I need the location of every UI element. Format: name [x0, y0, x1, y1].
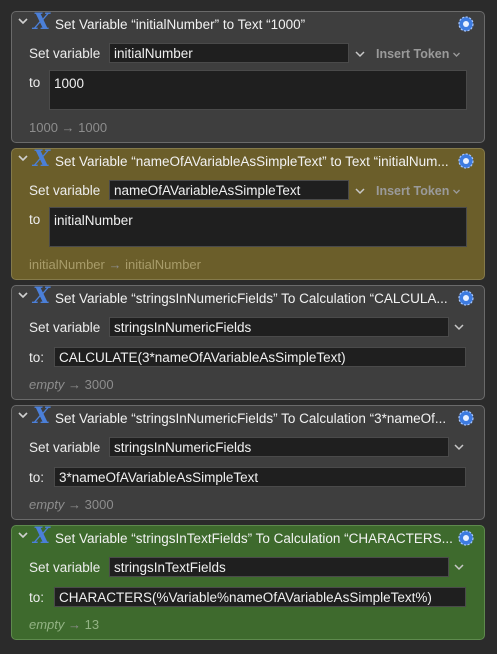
- result-preview: empty → 3000: [29, 497, 114, 512]
- chevron-down-icon: [453, 52, 461, 58]
- result-right: 13: [84, 617, 100, 632]
- to-label: to:: [29, 350, 45, 365]
- variable-name-field[interactable]: stringsInNumericFields: [109, 317, 449, 337]
- result-left: initialNumber: [29, 257, 105, 272]
- insert-token-button[interactable]: Insert Token: [376, 47, 461, 61]
- variable-dropdown-chevron-icon[interactable]: [453, 321, 465, 333]
- insert-token-button[interactable]: Insert Token: [376, 184, 461, 198]
- result-preview: empty → 13: [29, 617, 99, 632]
- result-preview: initialNumber → initialNumber: [29, 257, 201, 272]
- set-variable-label: Set variable: [29, 183, 101, 198]
- action-set-variable-multiply: X Set Variable “stringsInNumericFields” …: [11, 403, 485, 520]
- variable-name-field[interactable]: initialNumber: [109, 43, 349, 63]
- action-header: X Set Variable “initialNumber” to Text “…: [12, 9, 484, 36]
- variable-x-icon: X: [33, 146, 51, 172]
- value-text-area[interactable]: 1000: [49, 70, 467, 110]
- to-label: to:: [29, 470, 45, 485]
- insert-token-label: Insert Token: [376, 184, 450, 198]
- variable-name-field[interactable]: stringsInNumericFields: [109, 437, 449, 457]
- action-title[interactable]: Set Variable “stringsInNumericFields” To…: [55, 411, 455, 426]
- to-label: to: [29, 212, 41, 227]
- set-variable-label: Set variable: [29, 320, 101, 335]
- set-variable-label: Set variable: [29, 560, 101, 575]
- result-right: 3000: [84, 377, 114, 392]
- collapse-chevron-icon[interactable]: [17, 529, 29, 541]
- collapse-chevron-icon[interactable]: [17, 15, 29, 27]
- result-preview: empty → 3000: [29, 377, 114, 392]
- action-title[interactable]: Set Variable “stringsInTextFields” To Ca…: [55, 531, 455, 546]
- action-header: X Set Variable “stringsInNumericFields” …: [12, 403, 484, 430]
- gear-icon[interactable]: [456, 528, 476, 548]
- result-left: empty: [29, 377, 65, 392]
- set-variable-label: Set variable: [29, 46, 101, 61]
- variable-dropdown-chevron-icon[interactable]: [354, 48, 366, 60]
- collapse-chevron-icon[interactable]: [17, 152, 29, 164]
- result-arrow: →: [68, 377, 82, 392]
- variable-name-field[interactable]: nameOfAVariableAsSimpleText: [109, 180, 349, 200]
- result-left: 1000: [29, 120, 58, 135]
- result-right: initialNumber: [125, 257, 201, 272]
- variable-name-field[interactable]: stringsInTextFields: [109, 557, 449, 577]
- collapse-chevron-icon[interactable]: [17, 289, 29, 301]
- action-header: X Set Variable “stringsInNumericFields” …: [12, 283, 484, 310]
- action-header: X Set Variable “stringsInTextFields” To …: [12, 523, 484, 550]
- variable-x-icon: X: [33, 523, 51, 549]
- action-title[interactable]: Set Variable “stringsInNumericFields” To…: [55, 291, 455, 306]
- result-preview: 1000 → 1000: [29, 120, 107, 135]
- result-arrow: →: [68, 497, 82, 512]
- result-arrow: →: [61, 120, 75, 135]
- calculation-field[interactable]: CHARACTERS(%Variable%nameOfAVariableAsSi…: [54, 587, 466, 607]
- action-header: X Set Variable “nameOfAVariableAsSimpleT…: [12, 146, 484, 173]
- chevron-down-icon: [453, 189, 461, 195]
- action-title[interactable]: Set Variable “nameOfAVariableAsSimpleTex…: [55, 154, 455, 169]
- result-arrow: →: [68, 617, 82, 632]
- action-set-variable-characters: X Set Variable “stringsInTextFields” To …: [11, 523, 485, 640]
- calculation-field[interactable]: 3*nameOfAVariableAsSimpleText: [54, 467, 466, 487]
- gear-icon[interactable]: [456, 288, 476, 308]
- variable-x-icon: X: [33, 403, 51, 429]
- insert-token-label: Insert Token: [376, 47, 450, 61]
- action-set-variable-calculate: X Set Variable “stringsInNumericFields” …: [11, 283, 485, 400]
- result-arrow: →: [108, 257, 122, 272]
- variable-x-icon: X: [33, 9, 51, 35]
- result-right: 1000: [78, 120, 108, 135]
- action-set-variable-initialnumber: X Set Variable “initialNumber” to Text “…: [11, 9, 485, 143]
- set-variable-label: Set variable: [29, 440, 101, 455]
- collapse-chevron-icon[interactable]: [17, 409, 29, 421]
- gear-icon[interactable]: [456, 151, 476, 171]
- action-title[interactable]: Set Variable “initialNumber” to Text “10…: [55, 17, 455, 32]
- to-label: to:: [29, 590, 45, 605]
- variable-x-icon: X: [33, 283, 51, 309]
- value-text-area[interactable]: initialNumber: [49, 207, 467, 247]
- variable-dropdown-chevron-icon[interactable]: [453, 561, 465, 573]
- calculation-field[interactable]: CALCULATE(3*nameOfAVariableAsSimpleText): [54, 347, 466, 367]
- gear-icon[interactable]: [456, 408, 476, 428]
- gear-icon[interactable]: [456, 14, 476, 34]
- variable-dropdown-chevron-icon[interactable]: [453, 441, 465, 453]
- variable-dropdown-chevron-icon[interactable]: [354, 185, 366, 197]
- action-set-variable-nameofavariable: X Set Variable “nameOfAVariableAsSimpleT…: [11, 146, 485, 280]
- result-left: empty: [29, 617, 65, 632]
- result-left: empty: [29, 497, 65, 512]
- to-label: to: [29, 75, 41, 90]
- result-right: 3000: [84, 497, 114, 512]
